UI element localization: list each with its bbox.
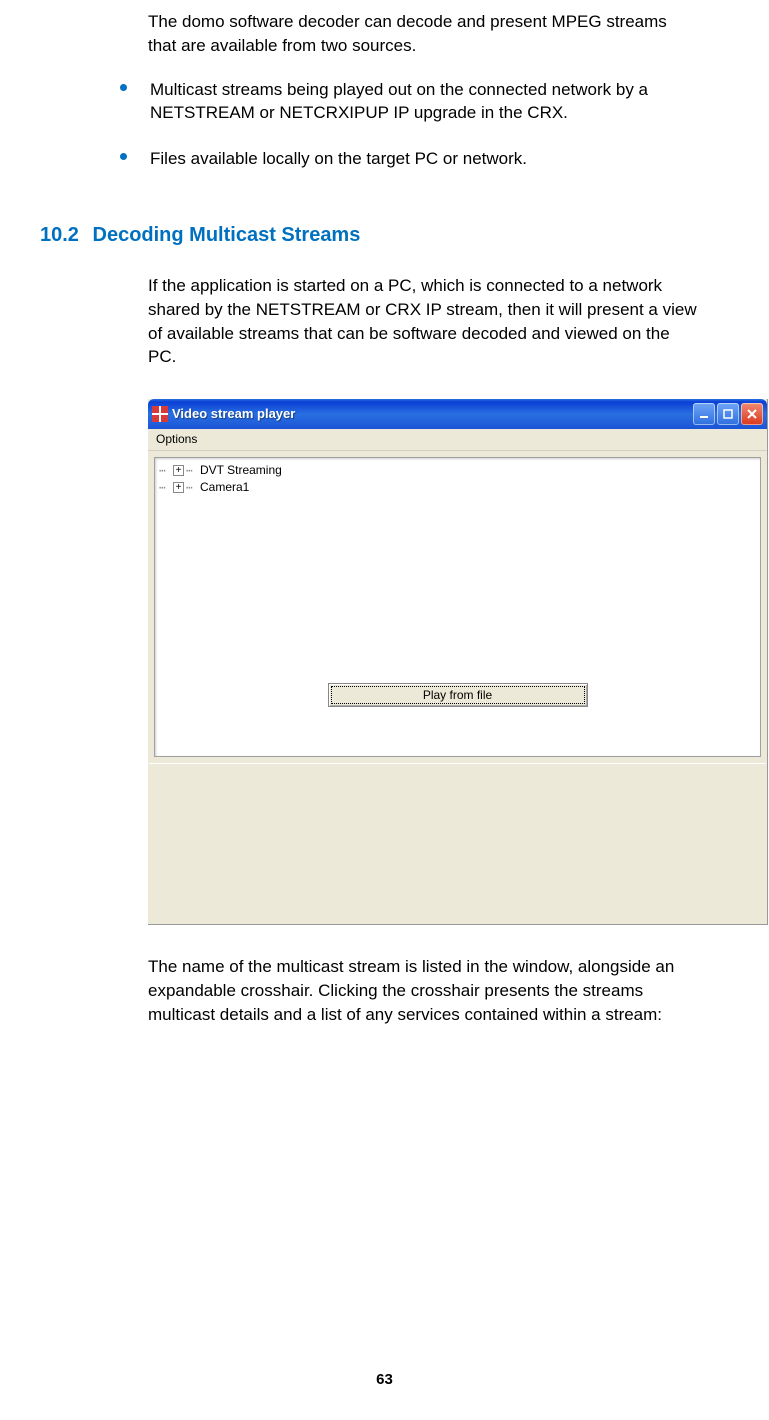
section-number: 10.2 <box>40 224 79 246</box>
minimize-icon <box>698 408 710 420</box>
tree-item-label: DVT Streaming <box>200 462 282 479</box>
tree-line-icon: ⋯ <box>159 480 171 495</box>
maximize-icon <box>722 408 734 420</box>
window-title: Video stream player <box>172 405 295 423</box>
tree-line-icon: ⋯ <box>186 480 198 495</box>
window-controls <box>693 403 763 425</box>
section-paragraph-1: If the application is started on a PC, w… <box>148 274 699 369</box>
close-icon <box>746 408 758 420</box>
minimize-button[interactable] <box>693 403 715 425</box>
menu-bar: Options <box>148 429 767 451</box>
bullet-item: Files available locally on the target PC… <box>120 147 699 171</box>
play-from-file-button[interactable]: Play from file <box>328 683 588 707</box>
expand-icon[interactable]: + <box>173 482 184 493</box>
window-body <box>149 763 766 923</box>
window-screenshot: Video stream player Options ⋯ + ⋯ DVT St… <box>148 399 768 925</box>
close-button[interactable] <box>741 403 763 425</box>
tree-line-icon: ⋯ <box>159 463 171 478</box>
stream-tree-panel: ⋯ + ⋯ DVT Streaming ⋯ + ⋯ Camera1 Play f… <box>154 457 761 757</box>
bullet-list: Multicast streams being played out on th… <box>120 78 699 171</box>
app-icon <box>152 406 168 422</box>
menu-options[interactable]: Options <box>156 432 197 446</box>
expand-icon[interactable]: + <box>173 465 184 476</box>
bullet-icon <box>120 153 127 160</box>
tree-item[interactable]: ⋯ + ⋯ Camera1 <box>159 479 756 496</box>
bullet-text: Files available locally on the target PC… <box>150 149 527 168</box>
maximize-button[interactable] <box>717 403 739 425</box>
bullet-text: Multicast streams being played out on th… <box>150 80 648 123</box>
window-titlebar: Video stream player <box>148 399 767 429</box>
section-paragraph-2: The name of the multicast stream is list… <box>148 955 699 1026</box>
bullet-icon <box>120 84 127 91</box>
bullet-item: Multicast streams being played out on th… <box>120 78 699 126</box>
section-heading: 10.2 Decoding Multicast Streams <box>40 221 769 249</box>
intro-paragraph: The domo software decoder can decode and… <box>148 10 699 58</box>
tree-item-label: Camera1 <box>200 479 249 496</box>
play-button-label: Play from file <box>423 687 492 704</box>
section-title: Decoding Multicast Streams <box>93 224 361 246</box>
tree-line-icon: ⋯ <box>186 463 198 478</box>
page-number: 63 <box>0 1369 769 1390</box>
tree-item[interactable]: ⋯ + ⋯ DVT Streaming <box>159 462 756 479</box>
